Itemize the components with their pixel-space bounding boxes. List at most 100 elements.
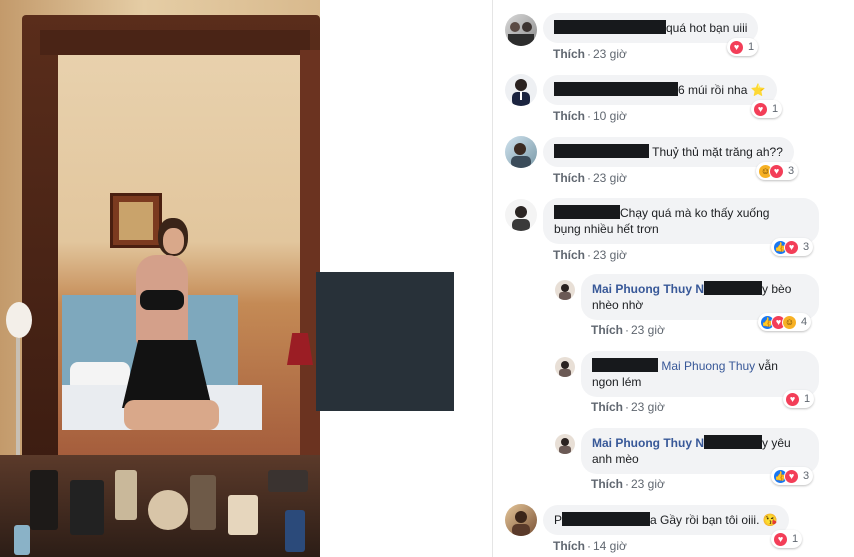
cosmetic-item xyxy=(14,525,30,555)
avatar[interactable] xyxy=(505,74,537,106)
avatar[interactable] xyxy=(555,434,575,454)
reaction-badge[interactable]: 👍 ♥ 3 xyxy=(771,467,814,485)
comment-text: y bèo xyxy=(762,282,792,296)
like-link[interactable]: Thích xyxy=(553,47,585,61)
comments-panel: quá hot bạn uiii ♥ 1 Thích · 23 giờ 6 múi r… xyxy=(492,0,854,557)
comment-time[interactable]: 23 giờ xyxy=(631,400,665,414)
avatar[interactable] xyxy=(505,14,537,46)
star-icon: ⭐ xyxy=(750,83,766,97)
avatar[interactable] xyxy=(505,136,537,168)
author-name-suffix: a xyxy=(650,513,657,527)
comment-bubble: quá hot bạn uiii xyxy=(543,13,759,43)
reply-author[interactable]: Mai Phuong Thuy xyxy=(592,282,692,296)
cosmetic-item xyxy=(268,470,308,492)
comment-text: y yêu xyxy=(762,436,791,450)
reaction-count: 3 xyxy=(803,470,810,482)
like-link[interactable]: Thích xyxy=(591,400,623,414)
author-name-prefix[interactable]: P xyxy=(554,513,562,527)
avatar-person-icon xyxy=(559,284,571,300)
avatar-person-icon xyxy=(512,206,530,231)
avatar[interactable] xyxy=(505,199,537,231)
cosmetic-item xyxy=(148,490,188,530)
reaction-count: 3 xyxy=(803,241,810,253)
reaction-badge[interactable]: 👍 ♥ ☺ 4 xyxy=(758,313,812,331)
redacted-name xyxy=(554,20,666,34)
comment-time[interactable]: 23 giờ xyxy=(593,47,627,61)
reaction-badge[interactable]: 👍 ♥ 3 xyxy=(771,238,814,256)
like-link[interactable]: Thích xyxy=(553,539,585,553)
comment-time[interactable]: 23 giờ xyxy=(631,477,665,491)
reaction-badge[interactable]: ♥ 1 xyxy=(783,390,815,408)
redacted-name xyxy=(554,205,620,219)
reaction-count: 1 xyxy=(748,41,755,53)
cosmetic-item xyxy=(30,470,58,530)
post-photo[interactable] xyxy=(0,0,320,557)
redacted-name xyxy=(592,358,658,372)
reaction-count: 1 xyxy=(772,103,779,115)
reaction-badge[interactable]: ♥ 1 xyxy=(771,530,803,548)
kiss-emoji-icon: 😘 xyxy=(762,513,778,527)
comment-text: Gầy rồi bạn tôi oiii. xyxy=(660,513,760,527)
reply-author-fragment: N xyxy=(695,436,705,450)
mention-link[interactable]: Mai Phuong Thuy xyxy=(661,359,755,373)
comment-meta: Thích · 23 giờ xyxy=(591,400,665,414)
avatar-person-icon xyxy=(512,79,530,106)
redacted-name xyxy=(554,82,678,96)
reaction-count: 1 xyxy=(804,393,811,405)
avatar[interactable] xyxy=(555,280,575,300)
comment-time[interactable]: 14 giờ xyxy=(593,539,627,553)
comment-bubble: Thuỷ thủ mặt trăng ah?? xyxy=(543,137,794,167)
reaction-badge[interactable]: ♥ 1 xyxy=(727,38,759,56)
like-link[interactable]: Thích xyxy=(553,171,585,185)
redacted-name xyxy=(562,512,651,526)
cosmetic-item xyxy=(285,510,305,552)
comment-text: 6 múi rồi nha xyxy=(678,83,748,97)
comment-bubble: Pa Gầy rồi bạn tôi oiii. 😘 xyxy=(543,505,789,535)
like-link[interactable]: Thích xyxy=(591,323,623,337)
reaction-badge[interactable]: ♥ 1 xyxy=(751,100,783,118)
haha-icon: ☺ xyxy=(782,314,797,330)
reply-bubble: Mai Phuong Thuy vẫn ngon lém xyxy=(581,351,819,397)
comment-meta: Thích · 23 giờ xyxy=(591,323,665,337)
reply-author-fragment: N xyxy=(695,282,705,296)
avatar[interactable] xyxy=(505,504,537,536)
comment-meta: Thích · 23 giờ xyxy=(591,477,665,491)
mirror-frame-top xyxy=(40,30,310,55)
redaction-block xyxy=(316,272,454,411)
cosmetic-item xyxy=(190,475,216,530)
comment-meta: Thích · 10 giờ xyxy=(553,109,627,123)
wall-painting xyxy=(110,193,162,248)
like-link[interactable]: Thích xyxy=(591,477,623,491)
redacted-name xyxy=(704,435,763,449)
like-link[interactable]: Thích xyxy=(553,248,585,262)
comment-bubble: 6 múi rồi nha ⭐ xyxy=(543,75,777,105)
comment-time[interactable]: 10 giờ xyxy=(593,109,627,123)
heart-icon: ♥ xyxy=(785,391,800,407)
heart-icon: ♥ xyxy=(784,239,799,255)
avatar-person-icon xyxy=(512,511,530,536)
avatar-group-icon xyxy=(508,22,534,46)
comment-time[interactable]: 23 giờ xyxy=(593,248,627,262)
comment-bubble: Chạy quá mà ko thấy xuống bụng nhiều hết… xyxy=(543,198,819,244)
comment-meta: Thích · 14 giờ xyxy=(553,539,627,553)
heart-icon: ♥ xyxy=(753,101,768,117)
comment-text: quá hot bạn uiii xyxy=(666,21,748,35)
reply-author[interactable]: Mai Phuong Thuy xyxy=(592,436,692,450)
comment-text: Chạy quá mà ko thấy xuống xyxy=(620,206,770,220)
reaction-count: 3 xyxy=(788,165,795,177)
comment-meta: Thích · 23 giờ xyxy=(553,47,627,61)
person-legs xyxy=(124,400,219,430)
person-top xyxy=(140,290,184,310)
like-link[interactable]: Thích xyxy=(553,109,585,123)
comment-time[interactable]: 23 giờ xyxy=(593,171,627,185)
cosmetic-item xyxy=(115,470,137,520)
heart-icon: ♥ xyxy=(784,468,799,484)
redacted-name xyxy=(554,144,649,158)
person-face xyxy=(163,228,184,254)
heart-icon: ♥ xyxy=(769,163,784,179)
comment-meta: Thích · 23 giờ xyxy=(553,171,627,185)
comment-time[interactable]: 23 giờ xyxy=(631,323,665,337)
avatar[interactable] xyxy=(555,357,575,377)
reaction-badge[interactable]: ☺ ♥ 3 xyxy=(756,162,799,180)
reaction-count: 1 xyxy=(792,533,799,545)
